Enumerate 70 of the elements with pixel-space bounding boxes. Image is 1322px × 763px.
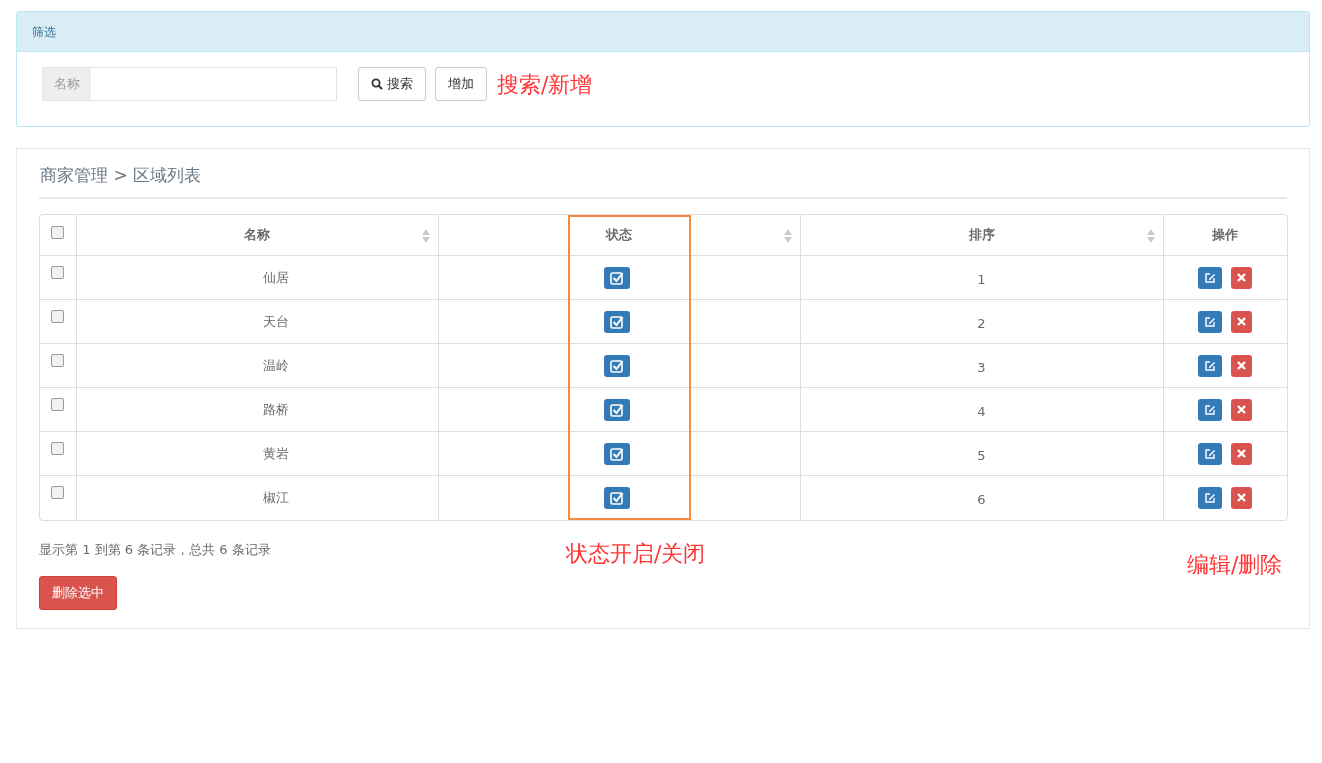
table-cell-text: 黄岩 (262, 445, 289, 461)
column-header: 操作 (1163, 214, 1287, 256)
annotation-text: 搜索/新增 (497, 70, 593, 99)
edit-icon (1204, 403, 1217, 416)
delete-button[interactable] (1231, 486, 1253, 509)
annotation-text: 状态开启/关闭 (566, 540, 706, 568)
search-icon (371, 78, 383, 90)
table-cell-text: 仙居 (262, 269, 289, 285)
delete-button[interactable] (1231, 354, 1253, 377)
checked-box-icon (610, 270, 624, 285)
delete-button[interactable] (1231, 442, 1253, 465)
checkbox[interactable] (51, 225, 65, 239)
checkbox[interactable] (51, 398, 65, 411)
checkbox[interactable] (51, 354, 65, 367)
table-cell-text: 椒江 (262, 490, 289, 505)
status-toggle-button[interactable] (604, 442, 630, 465)
add-button[interactable]: 增加 (435, 67, 487, 101)
status-toggle-button[interactable] (604, 354, 630, 377)
close-icon (1237, 493, 1247, 503)
delete-selected-button[interactable]: 删除选中 (39, 576, 117, 610)
close-icon (1237, 273, 1247, 282)
checkbox[interactable] (51, 486, 65, 499)
status-toggle-button[interactable] (604, 266, 630, 289)
status-toggle-button[interactable] (604, 486, 630, 509)
search-button[interactable]: 搜索 (358, 67, 426, 101)
checked-box-icon (610, 402, 624, 417)
table-cell: 6 (977, 492, 986, 507)
delete-button[interactable] (1231, 310, 1253, 333)
record-summary: 显示第 1 到第 6 条记录，总共 6 条记录 (39, 540, 271, 559)
checked-box-icon (610, 314, 624, 329)
edit-icon (1204, 271, 1217, 284)
table-cell-text: 温岭 (262, 357, 289, 373)
edit-button[interactable] (1198, 310, 1223, 333)
checked-box-icon (610, 358, 624, 373)
table-cell: 5 (977, 447, 986, 463)
panel-title: 筛选 (17, 12, 1309, 52)
table-cell: 1 (977, 271, 986, 287)
close-icon (1237, 317, 1247, 326)
close-icon (1237, 405, 1247, 414)
field-label: 名称 (43, 68, 91, 100)
checked-box-icon (610, 446, 624, 461)
checkbox[interactable] (51, 266, 65, 279)
checkbox[interactable] (51, 310, 65, 323)
edit-icon (1204, 315, 1217, 328)
delete-button[interactable] (1231, 266, 1253, 289)
table-cell: 2 (977, 315, 986, 331)
delete-button[interactable] (1231, 398, 1253, 421)
table-cell-text: 天台 (262, 313, 289, 329)
breadcrumb: 商家管理 > 区域列表 (39, 163, 1287, 199)
column-header[interactable]: 状态 (438, 214, 800, 256)
edit-icon (1204, 491, 1217, 504)
column-header[interactable]: 名称 (76, 214, 438, 256)
close-icon (1237, 449, 1247, 458)
edit-button[interactable] (1198, 354, 1223, 377)
edit-icon (1204, 447, 1217, 460)
table-cell: 4 (977, 403, 986, 419)
table-cell: 3 (977, 359, 986, 375)
edit-button[interactable] (1198, 266, 1223, 289)
edit-button[interactable] (1198, 398, 1223, 421)
edit-icon (1204, 359, 1217, 372)
checkbox[interactable] (51, 442, 65, 455)
status-toggle-button[interactable] (604, 310, 630, 333)
edit-button[interactable] (1198, 442, 1223, 465)
edit-button[interactable] (1198, 486, 1223, 509)
table-cell-text: 路桥 (262, 401, 289, 417)
status-toggle-button[interactable] (604, 398, 630, 421)
column-header[interactable]: 排序 (800, 214, 1163, 256)
close-icon (1237, 361, 1247, 370)
annotation-text: 编辑/删除 (1187, 551, 1283, 579)
checked-box-icon (610, 490, 624, 505)
